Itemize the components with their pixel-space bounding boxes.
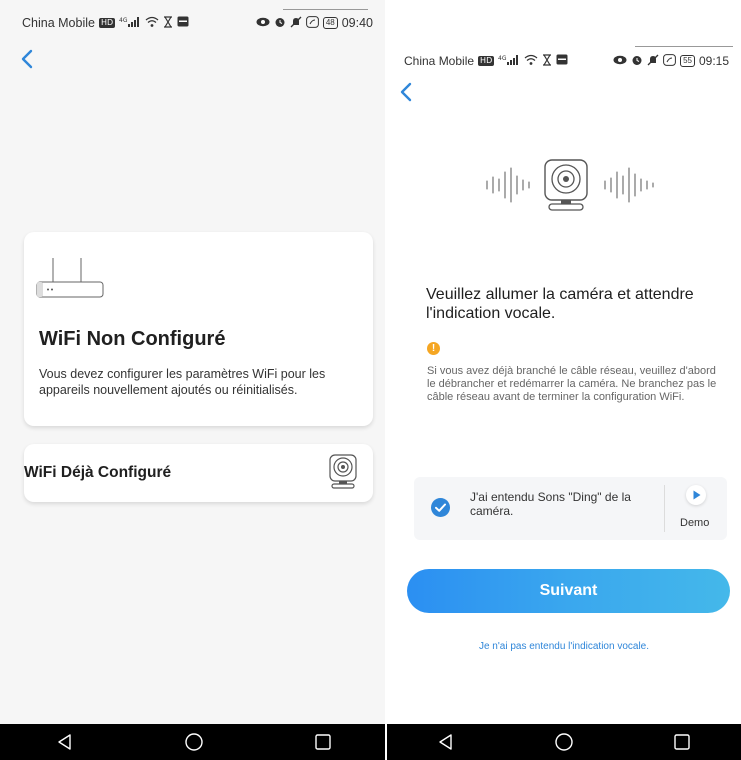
hourglass-icon [542,53,552,69]
card-description: Vous devez configurer les paramètres WiF… [39,367,326,397]
battery-icon: 48 [322,17,338,29]
carrier-label: China Mobile [404,54,475,68]
left-screen: China Mobile HD 4G 48 09:40 WiFi Non Con… [0,0,387,760]
router-icon [36,256,106,307]
svg-text:4G: 4G [119,17,128,24]
nav-recents-icon[interactable] [313,732,333,752]
card-title: WiFi Non Configuré [39,328,226,350]
hd-badge: HD [98,18,116,28]
svg-text:4G: 4G [498,55,507,62]
nfc-icon [305,15,319,31]
instruction-title: Veuillez allumer la caméra et attendre l… [426,286,694,322]
navigation-bar [387,724,741,760]
mute-icon [290,16,302,31]
wifi-not-configured-card[interactable]: WiFi Non Configuré Vous devez configurer… [24,232,373,426]
demo-button[interactable]: Demo [680,517,709,529]
navigation-bar [0,724,387,760]
right-screen: China Mobile HD 4G 55 09:15 Veuillez all… [387,0,741,760]
loading-line [635,46,733,47]
warning-icon: ! [427,342,440,355]
status-bar: China Mobile HD 4G [387,48,741,74]
clock: 09:15 [698,54,729,68]
signal-icon: 4G [498,54,520,69]
eye-icon [256,17,270,30]
hd-badge: HD [478,56,495,66]
heard-confirmation-row: J'ai entendu Sons "Ding" de la caméra. D… [414,477,727,540]
alarm-icon [631,54,643,69]
play-icon[interactable] [686,485,706,505]
status-bar: China Mobile HD 4G [0,10,387,36]
check-icon[interactable] [431,498,450,517]
alarm-icon [274,16,286,31]
signal-icon: 4G [119,16,141,31]
wifi-already-configured-card[interactable]: WiFi Déjà Configuré [24,444,373,502]
app-notification-icon [177,16,189,30]
not-heard-link[interactable]: Je n'ai pas entendu l'indication vocale. [387,641,741,652]
back-chevron-icon[interactable] [395,80,419,104]
camera-icon [327,454,359,495]
nav-home-icon[interactable] [554,732,574,752]
battery-icon: 55 [680,55,695,67]
loading-line [283,9,368,10]
card-title: WiFi Déjà Configuré [24,464,172,481]
mute-icon [647,54,659,69]
clock: 09:40 [341,16,373,30]
next-button[interactable]: Suivant [407,569,730,613]
hourglass-icon [163,15,173,31]
app-notification-icon [556,54,568,68]
confirmation-text: J'ai entendu Sons "Ding" de la caméra. [470,490,631,518]
sound-wave-icon [485,154,660,221]
wifi-icon [145,16,159,31]
warning-note: Si vous avez déjà branché le câble résea… [427,365,717,403]
carrier-label: China Mobile [22,16,95,30]
separator [664,485,665,532]
eye-icon [613,55,627,68]
nav-back-icon[interactable] [436,732,456,752]
nav-back-icon[interactable] [55,732,75,752]
nav-home-icon[interactable] [184,732,204,752]
nav-recents-icon[interactable] [672,732,692,752]
wifi-icon [524,54,538,69]
back-chevron-icon[interactable] [16,47,40,71]
nfc-icon [663,53,676,69]
